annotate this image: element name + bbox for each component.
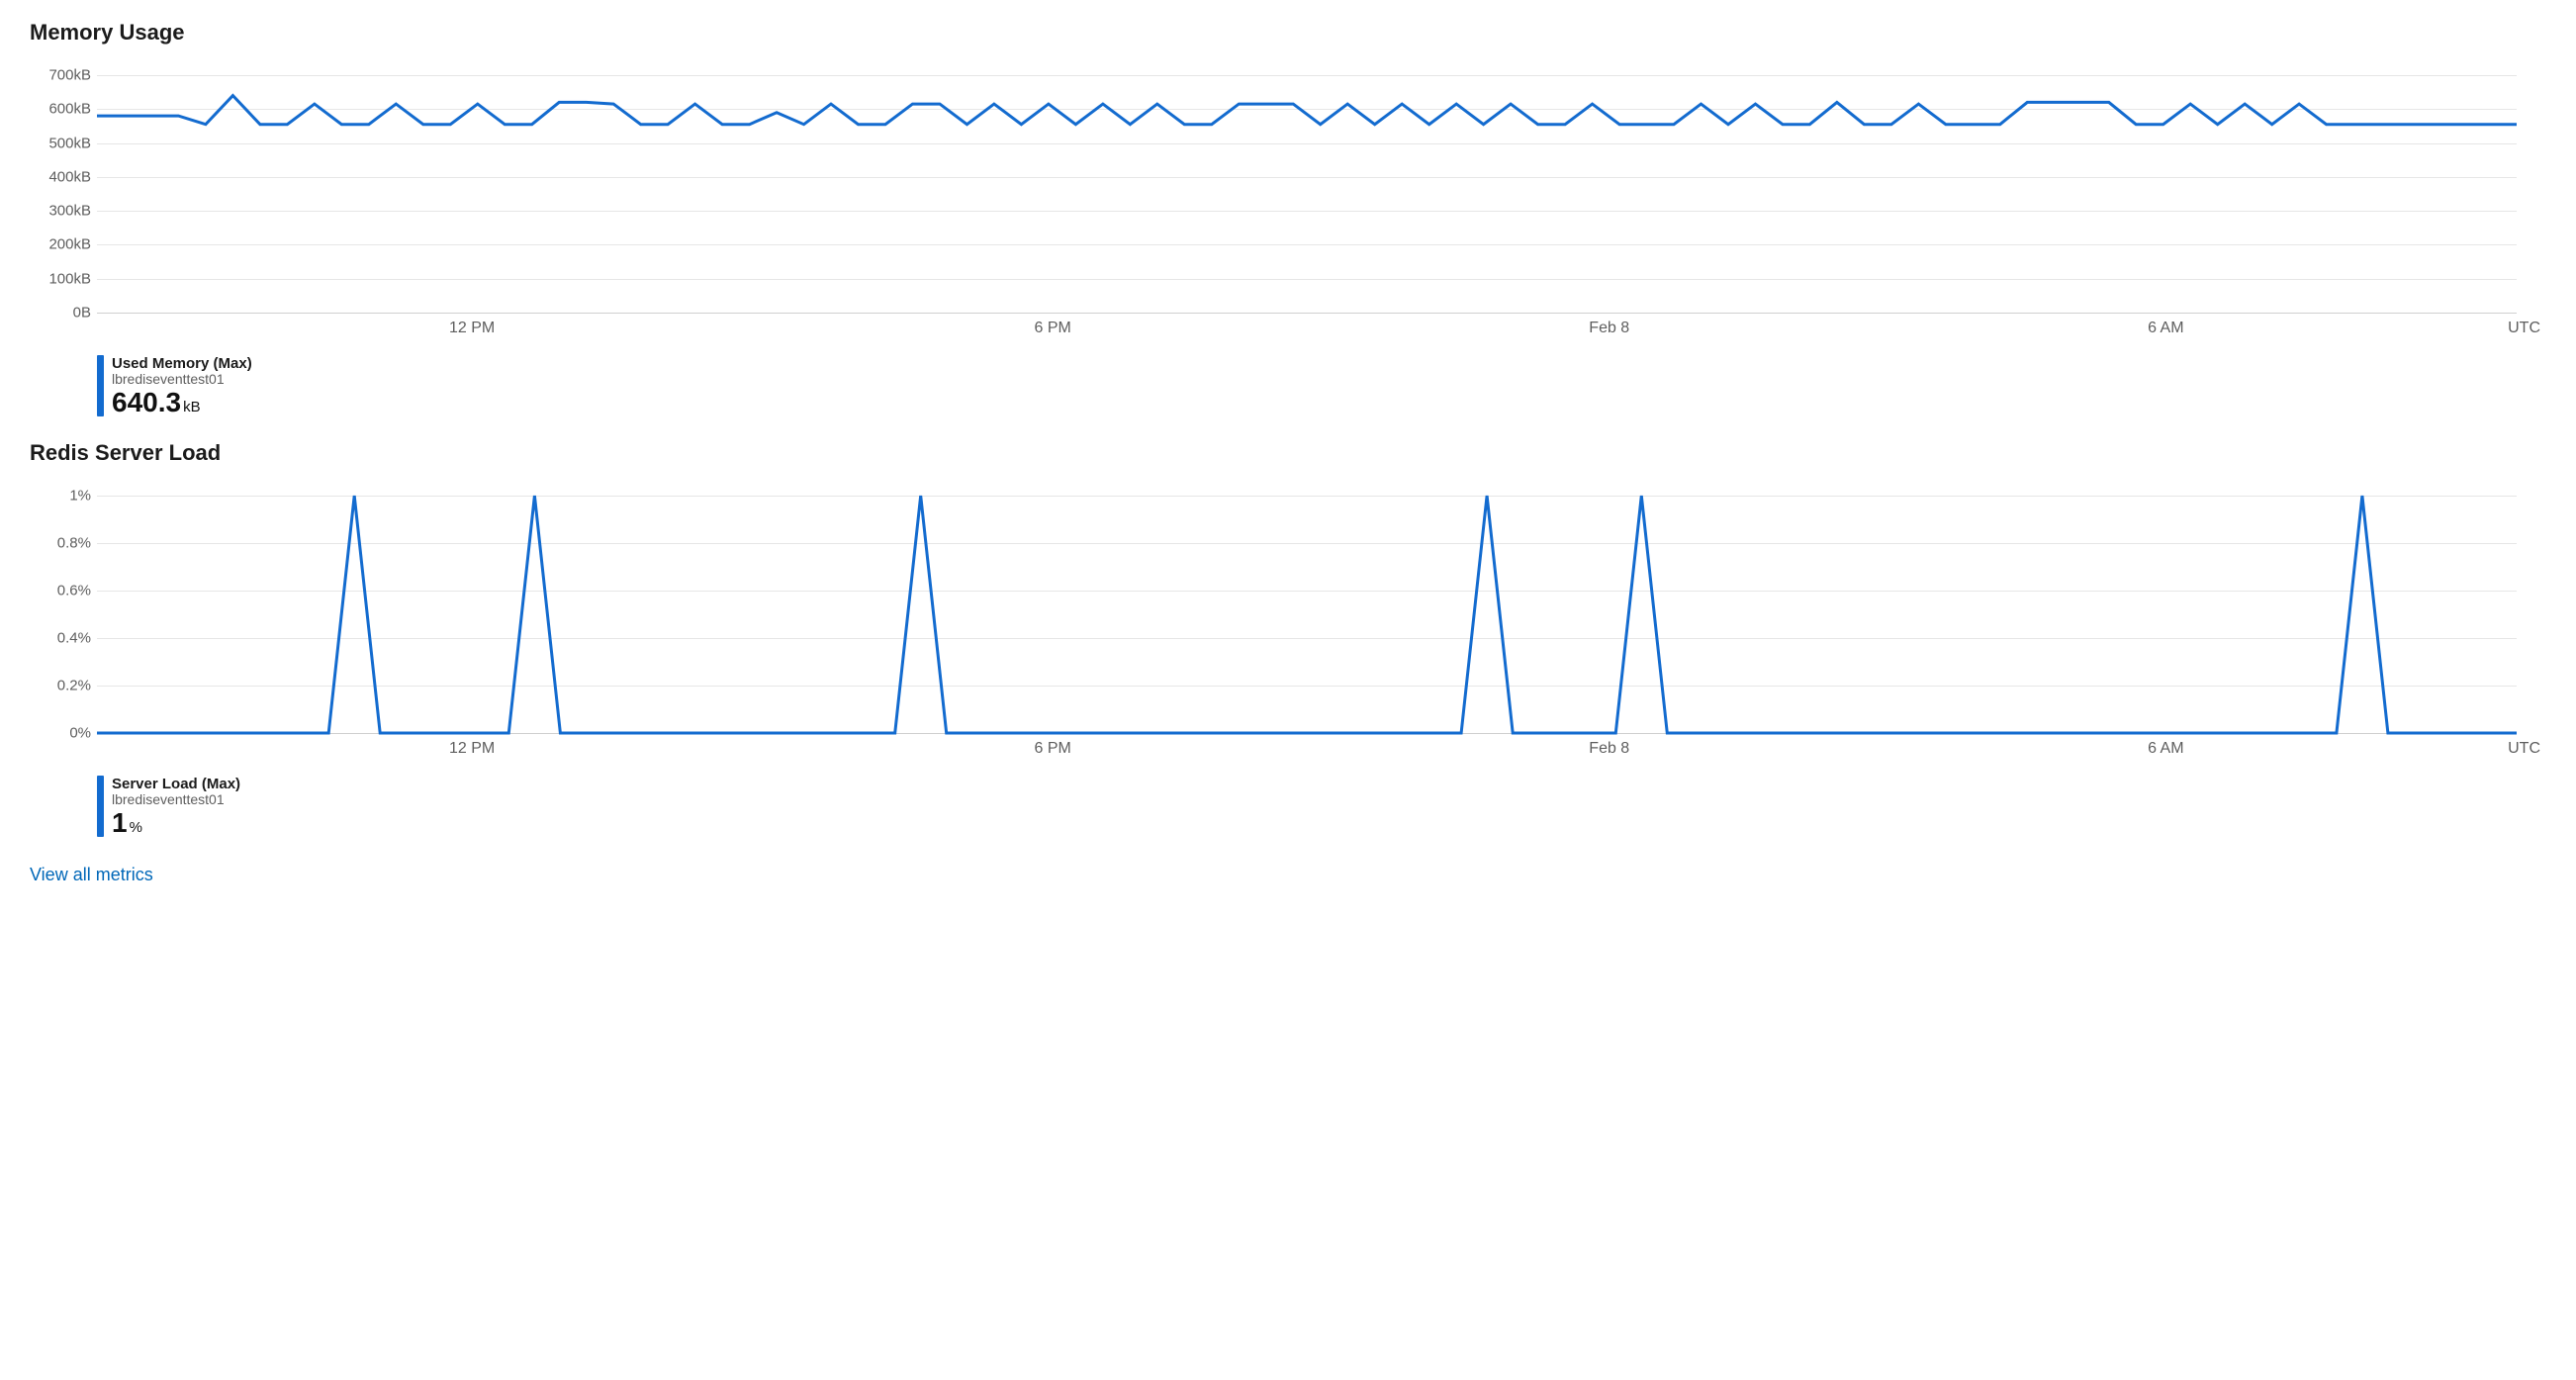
x-axis-label: 6 PM xyxy=(1034,740,1070,758)
y-axis-label: 300kB xyxy=(47,203,91,220)
y-axis-label: 600kB xyxy=(47,101,91,118)
legend-value: 640.3kB xyxy=(112,389,252,416)
chart-plot[interactable]: 0%0.2%0.4%0.6%0.8%1% xyxy=(97,496,2517,733)
y-axis-label: 500kB xyxy=(47,135,91,151)
y-axis-label: 0.8% xyxy=(47,535,91,552)
y-axis-label: 100kB xyxy=(47,270,91,287)
chart-redis-server-load: Redis Server Load 0%0.2%0.4%0.6%0.8%1% U… xyxy=(30,440,2546,837)
y-axis-label: 1% xyxy=(47,488,91,505)
y-axis-label: 0.2% xyxy=(47,678,91,694)
legend-resource-name: lbrediseventtest01 xyxy=(112,371,252,387)
x-axis-label: 6 AM xyxy=(2148,320,2183,337)
x-axis-label: 12 PM xyxy=(449,320,495,337)
x-axis-label: 12 PM xyxy=(449,740,495,758)
y-axis-label: 0B xyxy=(47,305,91,322)
chart-timezone-label: UTC xyxy=(2508,320,2540,337)
x-axis-label: 6 AM xyxy=(2148,740,2183,758)
legend-metric-name: Server Load (Max) xyxy=(112,776,240,792)
chart-timezone-label: UTC xyxy=(2508,740,2540,758)
chart-legend[interactable]: Server Load (Max) lbrediseventtest01 1% xyxy=(97,776,2546,837)
y-axis-label: 0.4% xyxy=(47,630,91,647)
y-axis-label: 400kB xyxy=(47,168,91,185)
legend-color-bar xyxy=(97,355,104,416)
legend-resource-name: lbrediseventtest01 xyxy=(112,791,240,807)
x-axis-label: Feb 8 xyxy=(1589,740,1629,758)
chart-title: Redis Server Load xyxy=(30,440,2546,466)
legend-value: 1% xyxy=(112,809,240,837)
chart-plot[interactable]: 0B100kB200kB300kB400kB500kB600kB700kB xyxy=(97,75,2517,313)
legend-metric-name: Used Memory (Max) xyxy=(112,355,252,372)
x-axis-label: 6 PM xyxy=(1034,320,1070,337)
view-all-metrics-link[interactable]: View all metrics xyxy=(30,865,153,885)
y-axis-label: 0% xyxy=(47,725,91,742)
chart-memory-usage: Memory Usage 0B100kB200kB300kB400kB500kB… xyxy=(30,20,2546,416)
y-axis-label: 700kB xyxy=(47,67,91,84)
y-axis-label: 0.6% xyxy=(47,583,91,599)
chart-x-axis: UTC 12 PM6 PMFeb 86 AM xyxy=(97,313,2517,341)
chart-legend[interactable]: Used Memory (Max) lbrediseventtest01 640… xyxy=(97,355,2546,416)
y-axis-label: 200kB xyxy=(47,236,91,253)
chart-title: Memory Usage xyxy=(30,20,2546,46)
x-axis-label: Feb 8 xyxy=(1589,320,1629,337)
legend-color-bar xyxy=(97,776,104,837)
chart-x-axis: UTC 12 PM6 PMFeb 86 AM xyxy=(97,733,2517,762)
